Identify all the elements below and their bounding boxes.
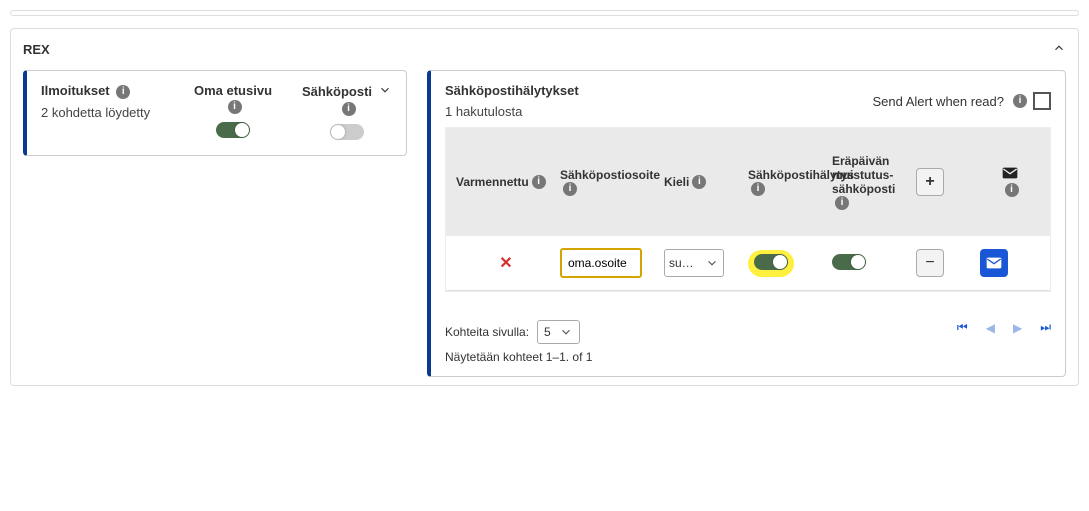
mail-icon (1002, 167, 1018, 179)
homepage-label: Oma etusivu (194, 83, 272, 98)
pager-prev[interactable]: ◀ (986, 321, 995, 335)
info-icon[interactable]: i (1013, 94, 1027, 108)
add-row-button[interactable]: + (916, 168, 944, 196)
col-verified: Varmennettu (456, 175, 529, 189)
rex-body: Ilmoitukset i 2 kohdetta löydetty Oma et… (23, 62, 1066, 377)
info-icon[interactable]: i (1005, 183, 1019, 197)
email-alerts-table: Varmennettu i Sähköpostiosoite i Kieli i (445, 127, 1051, 292)
email-toggle[interactable] (330, 124, 364, 140)
email-label: Sähköposti (302, 84, 372, 99)
col-language: Kieli (664, 175, 689, 189)
pager-first[interactable]: ⏮ (957, 320, 968, 335)
rex-header[interactable]: REX (23, 37, 1066, 62)
col-email: Sähköpostiosoite (560, 168, 660, 182)
email-alerts-panel: Sähköpostihälytykset 1 hakutulosta Send … (427, 70, 1066, 377)
collapse-icon[interactable] (1052, 41, 1066, 58)
email-input[interactable] (560, 248, 642, 278)
send-alert-label: Send Alert when read? (872, 94, 1004, 109)
notifications-panel: Ilmoitukset i 2 kohdetta löydetty Oma et… (23, 70, 407, 156)
info-icon[interactable]: i (532, 175, 546, 189)
info-icon[interactable]: i (116, 85, 130, 99)
rex-card: REX Ilmoitukset i 2 kohdetta löydetty Om… (10, 28, 1079, 386)
showing-text: Näytetään kohteet 1–1. of 1 (445, 350, 592, 364)
info-icon[interactable]: i (751, 182, 765, 196)
prev-section-placeholder (10, 10, 1079, 16)
email-alerts-results: 1 hakutulosta (445, 104, 579, 119)
due-reminder-toggle[interactable] (832, 254, 866, 270)
info-icon[interactable]: i (342, 102, 356, 116)
rex-title: REX (23, 42, 50, 57)
homepage-toggle[interactable] (216, 122, 250, 138)
info-icon[interactable]: i (563, 182, 577, 196)
remove-row-button[interactable]: − (916, 249, 944, 277)
chevron-down-icon (559, 325, 573, 339)
pager-nav: ⏮ ◀ ▶ ⏭ (957, 320, 1051, 335)
table-header: Varmennettu i Sähköpostiosoite i Kieli i (446, 128, 1050, 236)
not-verified-icon: ✕ (456, 253, 556, 273)
items-per-page-select[interactable]: 5 (537, 320, 580, 344)
notifications-found: 2 kohdetta löydetty (41, 105, 164, 120)
notifications-column: Ilmoitukset i 2 kohdetta löydetty Oma et… (23, 70, 407, 377)
notifications-title: Ilmoitukset (41, 83, 110, 98)
items-per-page-value: 5 (544, 325, 551, 339)
pager-next[interactable]: ▶ (1013, 321, 1022, 335)
info-icon[interactable]: i (835, 196, 849, 210)
highlighted-alert-cell (748, 250, 794, 277)
pager: Kohteita sivulla: 5 Näytetään kohteet 1–… (445, 320, 1051, 364)
chevron-down-icon (705, 256, 719, 270)
send-mail-button[interactable] (980, 249, 1008, 277)
expand-email-icon[interactable] (378, 83, 392, 100)
table-row: ✕ su… (446, 236, 1050, 291)
language-select[interactable]: su… (664, 249, 724, 277)
homepage-col: Oma etusivu i (188, 83, 278, 141)
info-icon[interactable]: i (692, 175, 706, 189)
items-per-page-label: Kohteita sivulla: (445, 325, 529, 339)
info-icon[interactable]: i (228, 100, 242, 114)
email-alerts-column: Sähköpostihälytykset 1 hakutulosta Send … (427, 70, 1066, 377)
email-alerts-title: Sähköpostihälytykset (445, 83, 579, 98)
language-value: su… (669, 256, 694, 270)
pager-last[interactable]: ⏭ (1040, 320, 1051, 335)
email-col: Sähköposti i (302, 83, 392, 143)
alert-toggle[interactable] (754, 254, 788, 270)
col-due: Eräpäivän muistutus-sähköposti (832, 154, 912, 196)
send-alert-checkbox[interactable] (1033, 92, 1051, 110)
